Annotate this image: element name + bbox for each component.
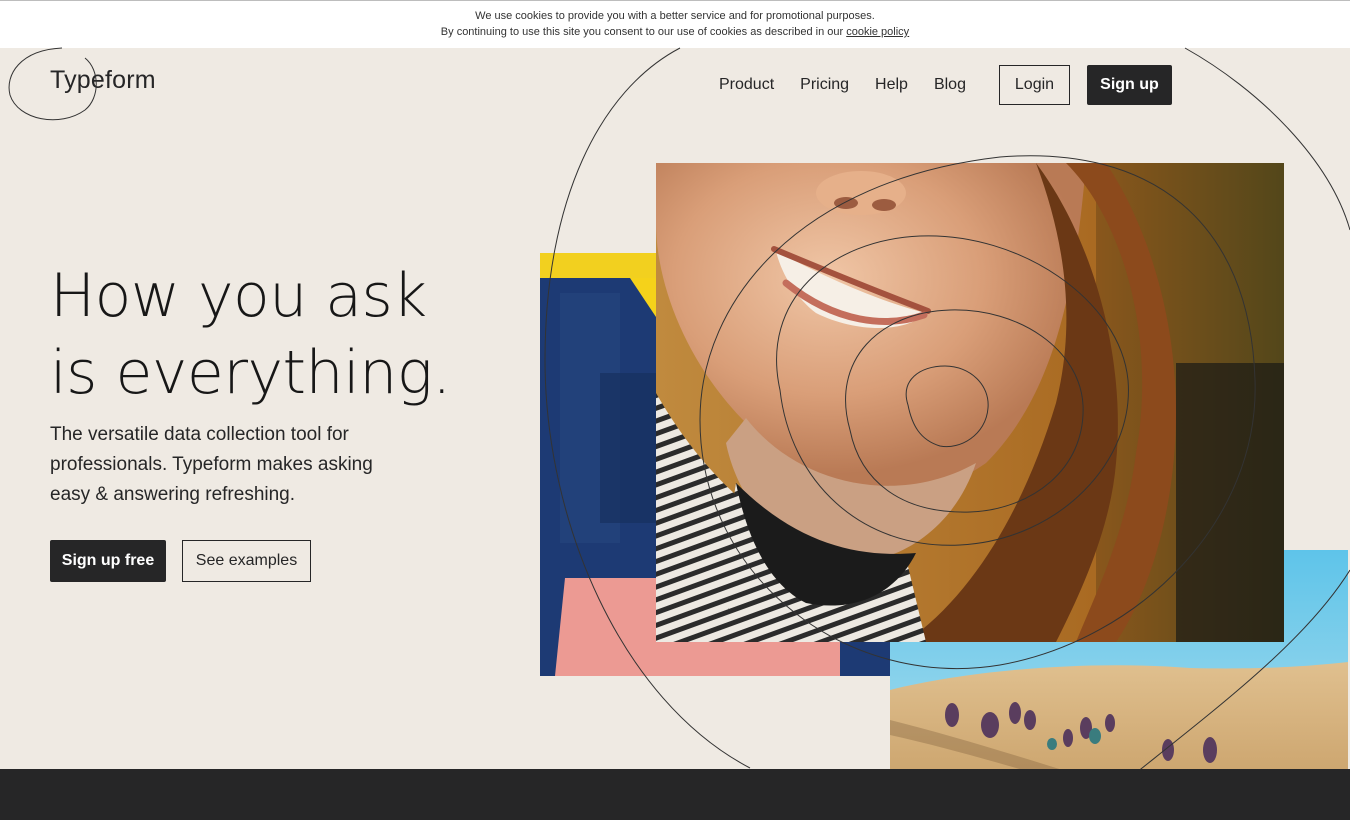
hero-subtext: The versatile data collection tool for p…	[50, 424, 373, 505]
footer-band	[0, 769, 1350, 820]
cookie-banner: We use cookies to provide you with a bet…	[0, 0, 1350, 48]
signup-button[interactable]: Sign up	[1086, 65, 1172, 105]
hero-headline-line1: How you ask	[50, 261, 427, 331]
signup-free-button[interactable]: Sign up free	[50, 540, 166, 582]
hero-headline-line2: is everything.	[50, 338, 451, 408]
cookie-banner-line1: We use cookies to provide you with a bet…	[475, 10, 875, 22]
nav-link-pricing[interactable]: Pricing	[800, 76, 849, 94]
main-nav: Product Pricing Help Blog Login Sign up	[719, 65, 1172, 105]
brand-logo[interactable]: Typeform	[50, 66, 156, 95]
cookie-banner-text: By continuing to use this site you conse…	[440, 26, 844, 38]
see-examples-button[interactable]: See examples	[182, 540, 311, 582]
nav-link-product[interactable]: Product	[719, 76, 774, 94]
login-button[interactable]: Login	[998, 65, 1070, 105]
hero-headline: How you ask is everything.	[50, 258, 451, 412]
nav-link-help[interactable]: Help	[875, 76, 908, 94]
cookie-banner-line2: By continuing to use this site you conse…	[0, 24, 1350, 40]
nav-link-blog[interactable]: Blog	[934, 76, 966, 94]
smiling-woman-photo	[656, 163, 1284, 642]
cookie-policy-link[interactable]: cookie policy	[846, 26, 909, 38]
